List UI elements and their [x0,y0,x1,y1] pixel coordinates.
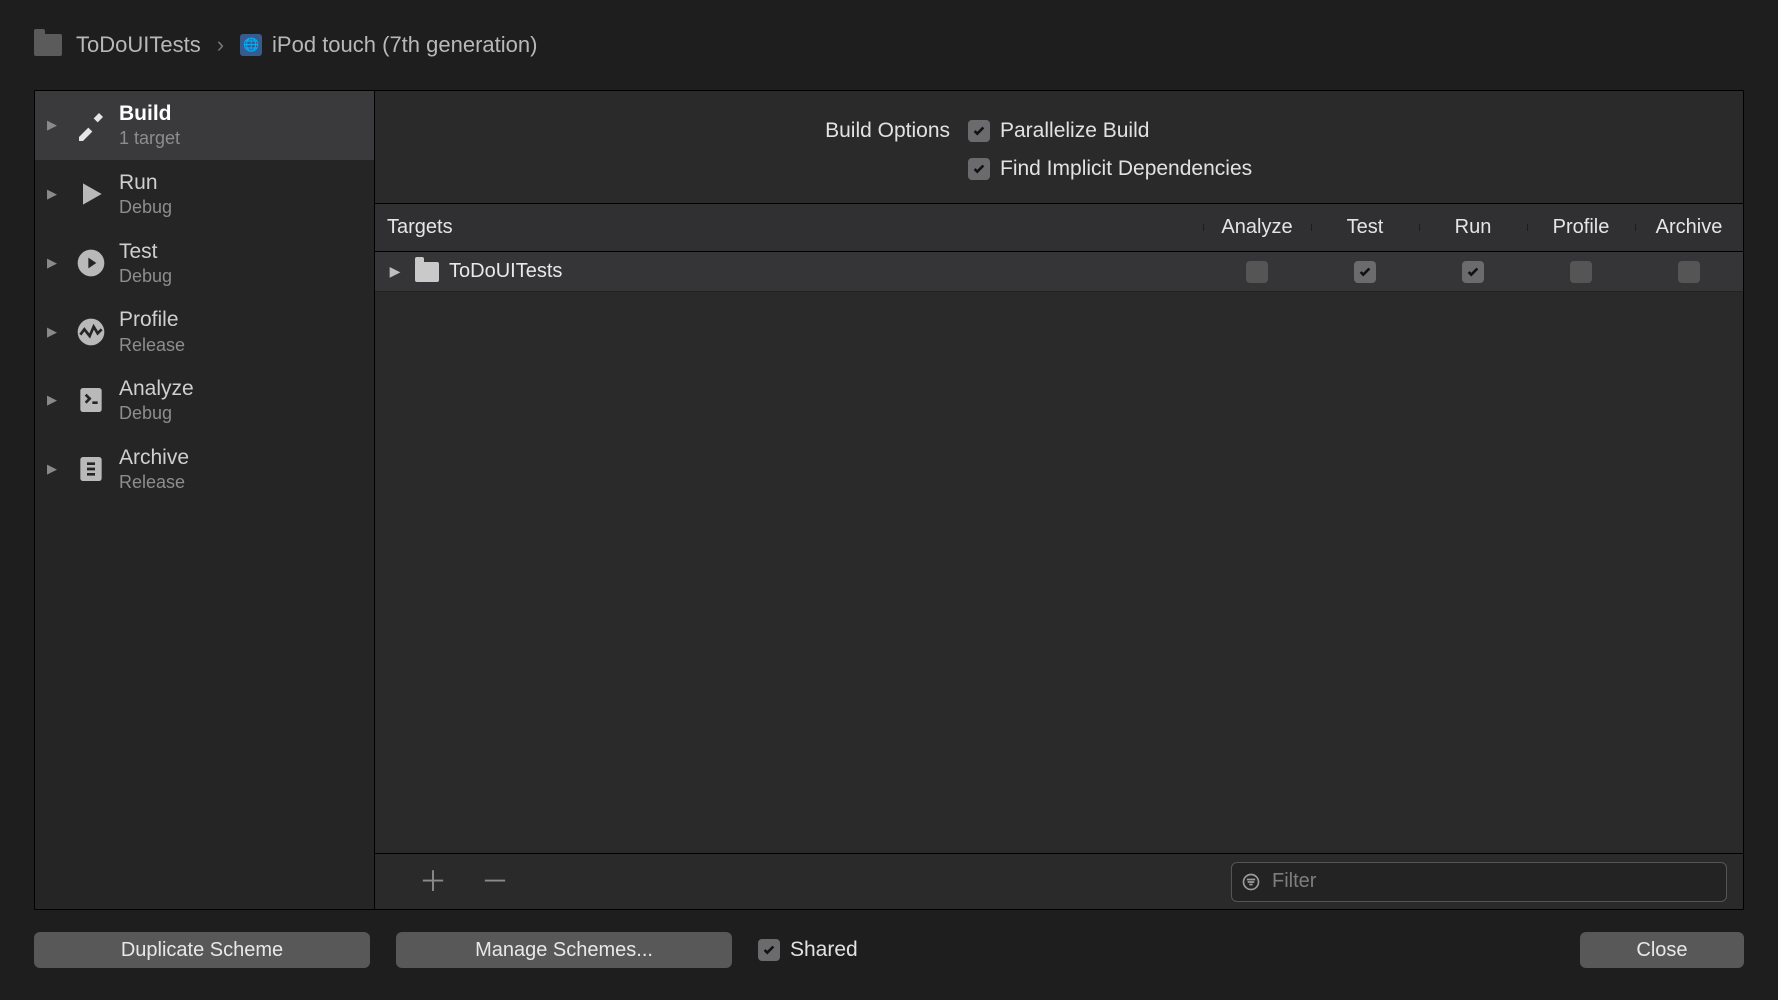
shared-checkbox[interactable]: Shared [758,938,858,962]
profile-checkbox[interactable] [1570,261,1592,283]
col-analyze[interactable]: Analyze [1203,216,1311,239]
targets-table-header: Targets Analyze Test Run Profile Archive [375,204,1743,252]
sidebar-item-profile[interactable]: ▶ Profile Release [35,297,374,366]
checkbox-label: Find Implicit Dependencies [1000,157,1252,181]
sidebar-item-subtitle: Debug [119,196,172,219]
archive-icon [75,453,107,485]
close-button[interactable]: Close [1580,932,1744,968]
target-folder-icon [415,262,439,282]
sidebar: ▶ Build 1 target ▶ Run Debug ▶ [35,91,375,909]
scheme-folder-icon [34,34,62,56]
analyze-checkbox[interactable] [1246,261,1268,283]
filter-input[interactable] [1231,862,1727,902]
hammer-icon [75,109,107,141]
chevron-right-icon[interactable]: ▶ [47,461,57,477]
col-profile[interactable]: Profile [1527,216,1635,239]
chevron-right-icon[interactable]: ▶ [47,186,57,202]
dialog-footer: Duplicate Scheme Manage Schemes... Share… [0,910,1778,968]
sidebar-item-run[interactable]: ▶ Run Debug [35,160,374,229]
checkbox-checked-icon [758,939,780,961]
col-archive[interactable]: Archive [1635,216,1743,239]
gauge-icon [75,316,107,348]
sidebar-item-build[interactable]: ▶ Build 1 target [35,91,374,160]
sidebar-item-subtitle: Debug [119,402,194,425]
parallelize-build-checkbox[interactable]: Parallelize Build [968,119,1252,143]
build-options-label: Build Options [375,119,950,181]
add-target-button[interactable]: ＋ [419,868,447,896]
sidebar-item-subtitle: Release [119,334,185,357]
test-checkbox[interactable] [1354,261,1376,283]
sidebar-item-analyze[interactable]: ▶ Analyze Debug [35,366,374,435]
sidebar-item-archive[interactable]: ▶ Archive Release [35,435,374,504]
filter-icon [1241,872,1261,892]
sidebar-item-subtitle: 1 target [119,127,180,150]
checkbox-checked-icon [968,158,990,180]
chevron-right-icon[interactable]: ▶ [47,117,57,133]
find-implicit-dependencies-checkbox[interactable]: Find Implicit Dependencies [968,157,1252,181]
play-icon [75,178,107,210]
checkbox-label: Shared [790,938,858,962]
sidebar-item-subtitle: Debug [119,265,172,288]
scheme-name[interactable]: ToDoUITests [76,32,201,58]
col-test[interactable]: Test [1311,216,1419,239]
chevron-right-icon[interactable]: ▶ [47,324,57,340]
destination-name[interactable]: iPod touch (7th generation) [272,32,537,58]
sidebar-item-subtitle: Release [119,471,189,494]
sidebar-item-label: Profile [119,307,185,333]
targets-toolbar: ＋ － [375,853,1743,909]
chevron-right-icon[interactable]: ▶ [47,392,57,408]
archive-checkbox[interactable] [1678,261,1700,283]
run-checkbox[interactable] [1462,261,1484,283]
chevron-right-icon: › [217,32,224,58]
sidebar-item-label: Test [119,239,172,265]
main-pane: Build Options Parallelize Build Find Imp… [375,91,1743,909]
chevron-right-icon[interactable]: ▶ [47,255,57,271]
sidebar-item-label: Run [119,170,172,196]
sidebar-item-label: Archive [119,445,189,471]
sidebar-item-test[interactable]: ▶ Test Debug [35,229,374,298]
scheme-editor-window: ▶ Build 1 target ▶ Run Debug ▶ [34,90,1744,910]
breadcrumb: ToDoUITests › 🌐 iPod touch (7th generati… [0,0,1778,90]
remove-target-button[interactable]: － [481,868,509,896]
manage-schemes-button[interactable]: Manage Schemes... [396,932,732,968]
chevron-right-icon[interactable]: ▶ [375,263,415,280]
checkbox-checked-icon [968,120,990,142]
wrench-play-icon [75,247,107,279]
col-targets[interactable]: Targets [375,216,1203,239]
sidebar-item-label: Analyze [119,376,194,402]
duplicate-scheme-button[interactable]: Duplicate Scheme [34,932,370,968]
table-row[interactable]: ▶ ToDoUITests [375,252,1743,292]
analyze-icon [75,384,107,416]
checkbox-label: Parallelize Build [1000,119,1149,143]
targets-table-body: ▶ ToDoUITests [375,252,1743,853]
target-name: ToDoUITests [449,260,1203,283]
col-run[interactable]: Run [1419,216,1527,239]
filter-field[interactable] [1231,862,1727,902]
build-options-section: Build Options Parallelize Build Find Imp… [375,91,1743,204]
device-icon: 🌐 [240,34,262,56]
sidebar-item-label: Build [119,101,180,127]
